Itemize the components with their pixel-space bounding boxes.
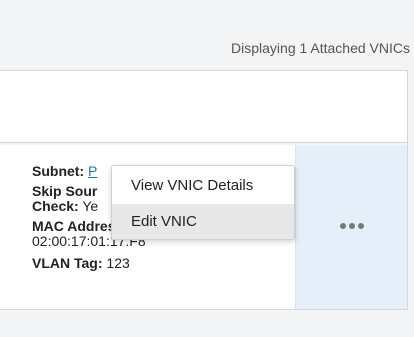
- subnet-line: Subnet: P: [32, 164, 97, 179]
- menu-item-view-vnic-details[interactable]: View VNIC Details: [112, 168, 294, 204]
- subnet-link[interactable]: P: [88, 163, 97, 179]
- vlan-line: VLAN Tag: 123: [32, 256, 130, 271]
- skip-source-check-label: Check:: [32, 198, 79, 214]
- table-header-panel: [0, 70, 414, 143]
- menu-item-edit-vnic[interactable]: Edit VNIC: [112, 204, 294, 239]
- skip-source-line-1: Skip Sour: [32, 184, 97, 199]
- vlan-value: 123: [106, 255, 130, 271]
- skip-source-value: Ye: [82, 198, 99, 214]
- dot-icon: [340, 223, 346, 229]
- skip-source-line-2: Check: Ye: [32, 199, 98, 214]
- context-menu: View VNIC Details Edit VNIC: [111, 165, 295, 240]
- subnet-label: Subnet:: [32, 163, 85, 179]
- table-edge: [407, 70, 414, 310]
- dot-icon: [358, 223, 364, 229]
- attached-vnics-count: Displaying 1 Attached VNICs: [231, 40, 410, 56]
- dot-icon: [349, 223, 355, 229]
- skip-source-label: Skip Sour: [32, 183, 98, 199]
- more-actions-icon[interactable]: [340, 223, 364, 229]
- vlan-label: VLAN Tag:: [32, 255, 103, 271]
